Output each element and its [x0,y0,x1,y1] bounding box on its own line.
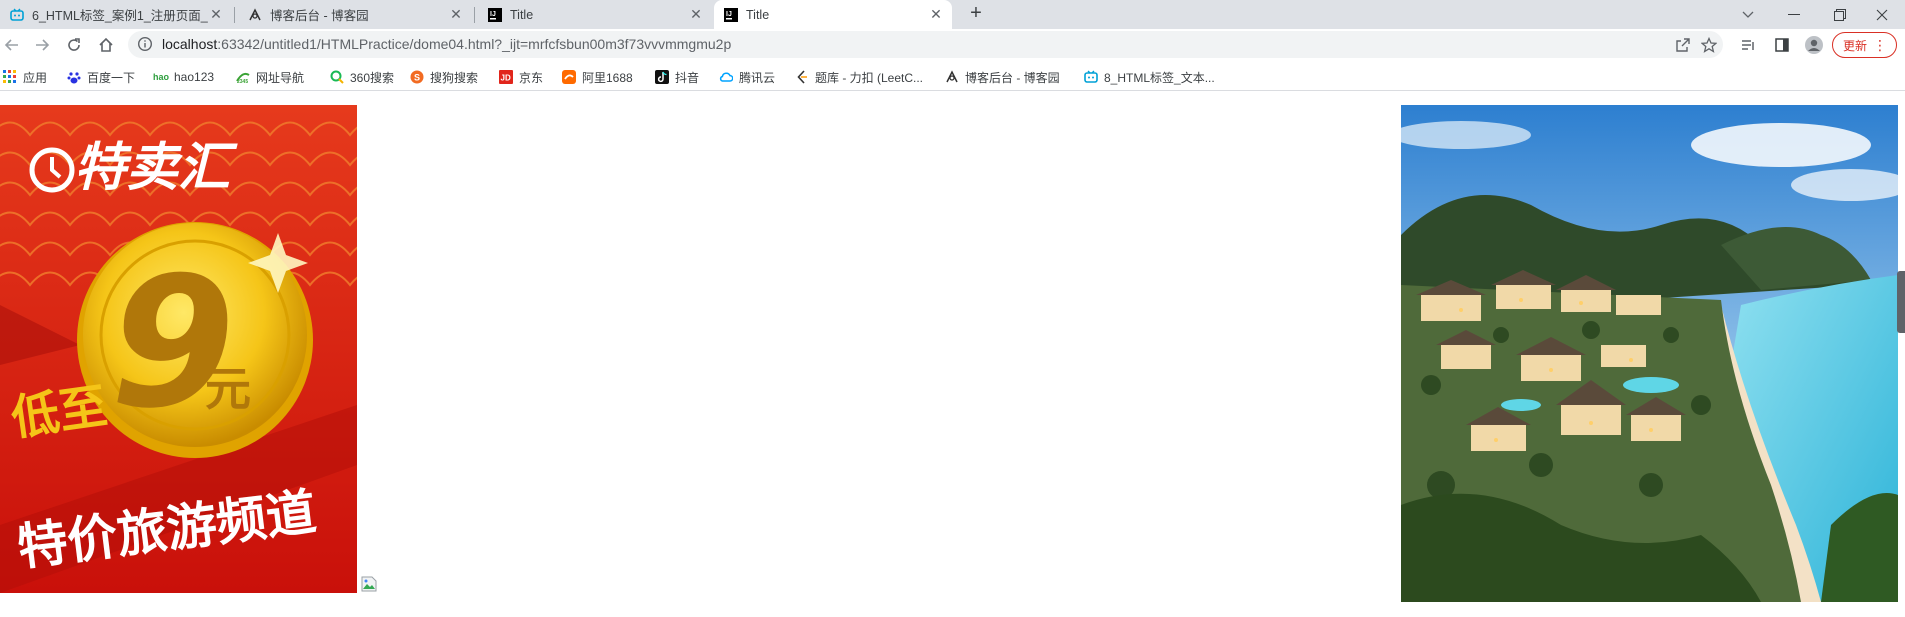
bookmarks-bar: 应用 百度一下 hao hao123 2345 网址导航 360搜索 S 搜狗搜… [0,64,1905,91]
restore-icon[interactable] [1817,0,1863,29]
intellij-icon: IJ [724,7,738,22]
tab-title: 6_HTML标签_案例1_注册页面_ [32,9,208,23]
baidu-icon [67,70,81,84]
back-icon[interactable] [0,33,24,57]
reload-icon[interactable] [62,33,86,57]
bookmark-label: 阿里1688 [582,70,633,85]
svg-text:IJ: IJ [490,11,496,18]
douyin-icon [655,70,669,84]
tab-divider [474,7,475,23]
tab-divider [234,7,235,23]
tab-title: 博客后台 - 博客园 [270,9,369,23]
tab-1[interactable]: 博客后台 - 博客园 ✕ [238,0,472,29]
close-tab-icon[interactable]: ✕ [688,6,704,22]
browser-toolbar: localhost:63342/untitled1/HTMLPractice/d… [0,29,1905,60]
intellij-icon: IJ [488,7,502,22]
coin-unit: 元 [205,362,251,416]
tab-title: Title [510,7,534,22]
bookmark-label: 腾讯云 [739,70,776,85]
bookmark-label: 博客后台 - 博客园 [965,70,1060,85]
bookmark-1688[interactable]: 阿里1688 [562,68,633,86]
update-button[interactable]: 更新 ⋮ [1832,32,1897,58]
bilibili-icon [1084,70,1098,84]
resort-photo-graphic [1401,105,1898,602]
bookmark-apps[interactable]: 应用 [3,68,47,86]
tencent-cloud-icon [719,70,733,84]
tab-title: Title [746,7,770,22]
minimize-icon[interactable] [1771,0,1817,29]
bookmark-leetcode[interactable]: 题库 - 力扣 (LeetC... [795,68,923,86]
svg-text:JD: JD [501,74,511,83]
promo-banner-graphic: 特卖汇 9 元 低至 特价旅游频道 [0,105,357,593]
close-tab-icon[interactable]: ✕ [448,6,464,22]
bookmark-douyin[interactable]: 抖音 [655,68,699,86]
bookmark-label: 百度一下 [87,70,136,85]
page-content: 特卖汇 9 元 低至 特价旅游频道 [0,91,1905,617]
bookmark-2345[interactable]: 2345 网址导航 [236,68,304,86]
apps-grid-icon [3,70,17,84]
svg-text:IJ: IJ [726,11,732,18]
reading-list-icon[interactable] [1736,33,1760,57]
close-tab-icon[interactable]: ✕ [928,6,944,22]
2345-icon: 2345 [236,70,250,84]
cnblogs-icon [945,70,959,84]
bookmark-360[interactable]: 360搜索 [330,68,394,86]
bilibili-icon [10,8,24,22]
bookmark-cnblogs[interactable]: 博客后台 - 博客园 [945,68,1060,86]
bookmark-baidu[interactable]: 百度一下 [67,68,135,86]
address-bar[interactable]: localhost:63342/untitled1/HTMLPractice/d… [128,31,1723,58]
svg-text:2345: 2345 [237,79,248,84]
alibaba-1688-icon [562,70,576,84]
bookmark-hao123[interactable]: hao hao123 [153,68,215,86]
more-menu-icon[interactable]: ⋮ [1873,37,1887,53]
tab-3-active[interactable]: IJ Title ✕ [714,0,952,29]
bookmark-label: 360搜索 [350,70,395,85]
url-path: :63342/untitled1/HTMLPractice/dome04.htm… [217,36,732,52]
tab-2[interactable]: IJ Title ✕ [478,0,712,29]
sogou-icon: S [410,70,424,84]
coin-number: 9 [110,239,235,448]
bookmark-label: 网址导航 [256,70,305,85]
profile-avatar-icon[interactable] [1802,33,1826,57]
jd-icon: JD [499,70,513,84]
side-panel-icon[interactable] [1770,33,1794,57]
close-window-icon[interactable] [1859,0,1905,29]
forward-icon[interactable] [30,33,54,57]
cnblogs-icon [248,7,262,22]
resort-photo [1401,105,1898,602]
bookmark-tencent-cloud[interactable]: 腾讯云 [719,68,775,86]
tab-strip: 6_HTML标签_案例1_注册页面_ ✕ 博客后台 - 博客园 ✕ IJ Tit… [0,0,1905,29]
bookmark-label: hao123 [174,70,215,84]
bookmark-label: 京东 [519,70,544,85]
360-search-icon [330,70,344,84]
travel-promo-banner: 特卖汇 9 元 低至 特价旅游频道 [0,105,357,593]
hao123-icon: hao [153,72,170,82]
broken-image-icon [361,576,377,592]
update-label: 更新 [1843,38,1868,53]
url-text: localhost:63342/untitled1/HTMLPractice/d… [162,36,731,52]
bookmark-star-icon[interactable] [1700,36,1718,54]
bookmark-jd[interactable]: JD 京东 [499,68,543,86]
bookmark-sogou[interactable]: S 搜狗搜索 [410,68,478,86]
home-icon[interactable] [94,33,118,57]
tab-search-icon[interactable] [1725,0,1771,29]
bookmark-label: 抖音 [675,70,700,85]
banner-logo-text: 特卖汇 [74,138,238,198]
url-host: localhost [162,36,218,52]
close-tab-icon[interactable]: ✕ [208,6,224,22]
svg-text:S: S [414,73,420,83]
bookmark-label: 题库 - 力扣 (LeetC... [815,70,924,85]
bookmark-label: 8_HTML标签_文本... [1104,70,1215,85]
share-icon[interactable] [1674,36,1692,54]
new-tab-button[interactable]: + [965,3,987,25]
site-info-icon[interactable] [137,36,153,52]
side-scroll-tab[interactable] [1897,271,1905,333]
bookmark-label: 应用 [23,70,48,85]
leetcode-icon [795,70,809,84]
bookmark-bilibili[interactable]: 8_HTML标签_文本... [1084,68,1215,86]
bookmark-label: 搜狗搜索 [430,70,479,85]
tab-0[interactable]: 6_HTML标签_案例1_注册页面_ ✕ [0,0,232,29]
